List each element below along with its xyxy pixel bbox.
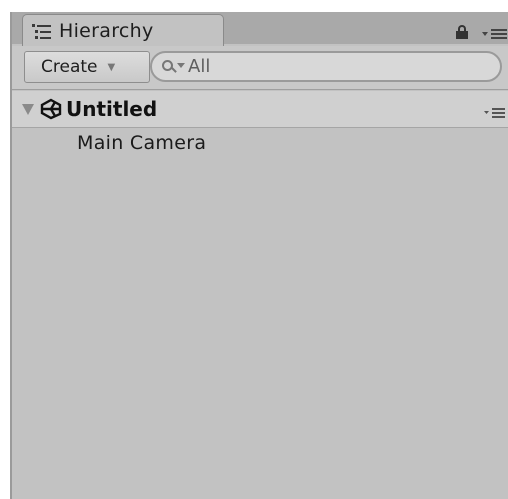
unity-logo-icon (40, 98, 62, 120)
fold-arrow-icon[interactable] (22, 103, 34, 115)
search-icon[interactable] (162, 58, 186, 76)
scene-name: Untitled (66, 97, 158, 121)
search-input[interactable] (188, 56, 478, 77)
tab-label: Hierarchy (59, 19, 154, 42)
create-dropdown-button[interactable]: Create ▼ (24, 51, 150, 83)
scene-menu-icon[interactable] (484, 104, 506, 118)
chevron-down-icon: ▼ (107, 61, 116, 73)
hierarchy-list-icon (31, 22, 53, 40)
window-frame: Hierarchy Create ▼ All Untitled Main Cam… (0, 0, 508, 499)
create-button-label: Create (41, 57, 98, 77)
search-field[interactable] (150, 51, 502, 82)
panel-menu-icon[interactable] (482, 26, 508, 40)
hierarchy-panel: Hierarchy Create ▼ All Untitled Main Cam… (10, 12, 508, 499)
tab-bar: Hierarchy (12, 12, 508, 46)
lock-icon[interactable] (455, 25, 469, 39)
list-item[interactable]: Main Camera (12, 129, 508, 157)
tab-hierarchy[interactable]: Hierarchy (22, 14, 224, 46)
scene-row[interactable]: Untitled (12, 91, 508, 128)
list-item-label: Main Camera (77, 132, 207, 154)
hierarchy-toolbar: Create ▼ (12, 46, 508, 90)
